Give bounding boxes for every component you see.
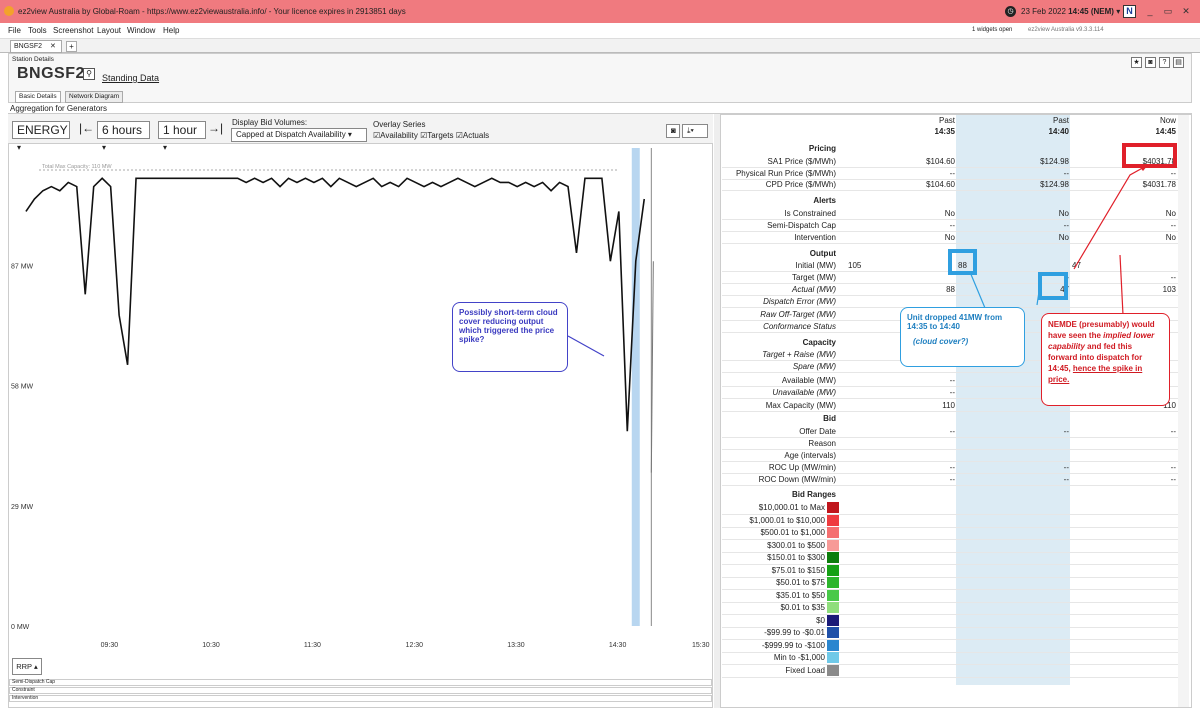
actual-47-highlight (1038, 272, 1068, 300)
initial-88-highlight (948, 249, 977, 275)
price-spike-highlight (1122, 143, 1177, 168)
red-arrow-line (1073, 164, 1149, 270)
blue-connector (969, 271, 986, 309)
purple-connector (567, 335, 605, 357)
cloud-question-text: (cloud cover?) (913, 337, 969, 346)
unit-dropped-text: Unit dropped 41MW from 14:35 to 14:40 (907, 313, 1003, 331)
red-connector (1119, 254, 1124, 316)
unit-dropped-callout: Unit dropped 41MW from 14:35 to 14:40 (c… (900, 307, 1025, 367)
nemde-callout: NEMDE (presumably) would have seen the i… (1041, 313, 1170, 406)
cloud-cover-callout: Possibly short-term cloud cover reducing… (452, 302, 568, 372)
